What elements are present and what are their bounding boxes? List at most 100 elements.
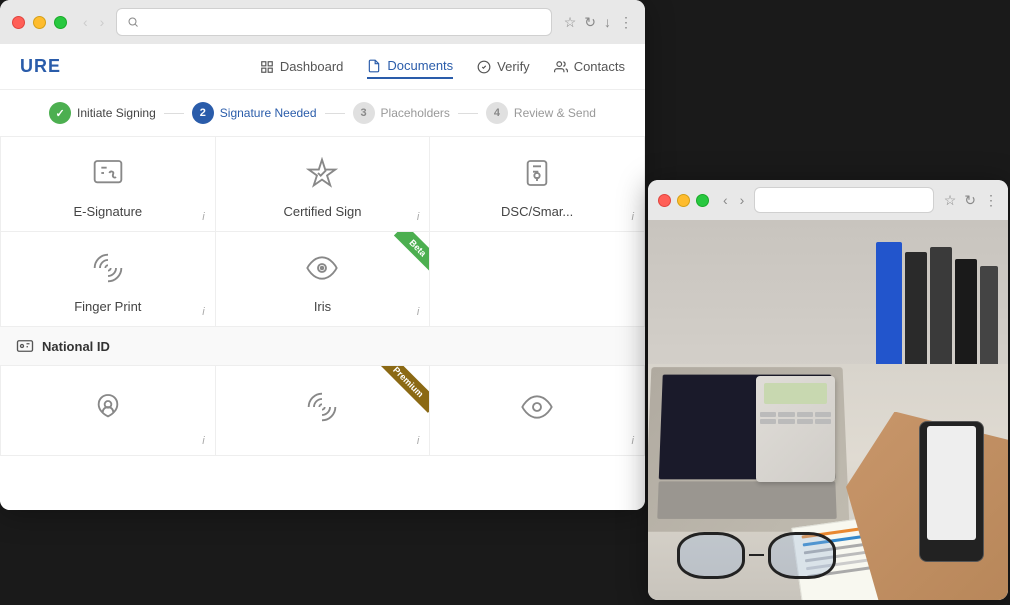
menu-button[interactable]: ⋮ bbox=[619, 14, 633, 31]
photo-minimize-button[interactable] bbox=[677, 194, 690, 207]
photo-menu-button[interactable]: ⋮ bbox=[984, 192, 998, 209]
browser-nav-buttons: ‹ › bbox=[79, 12, 108, 32]
calc-btn-8 bbox=[815, 419, 831, 424]
minimize-button[interactable] bbox=[33, 16, 46, 29]
calc-btn-1 bbox=[760, 412, 776, 417]
address-bar[interactable] bbox=[116, 8, 551, 36]
card-dsc-info[interactable]: i bbox=[632, 211, 634, 223]
documents-icon bbox=[367, 59, 381, 73]
dsc-svg bbox=[521, 157, 553, 189]
step-1-label: Initiate Signing bbox=[77, 106, 156, 120]
id-card-icon bbox=[16, 337, 34, 355]
office-photo bbox=[648, 220, 1008, 600]
step-4[interactable]: 4 Review & Send bbox=[486, 102, 596, 124]
card-iris2-info[interactable]: i bbox=[632, 435, 634, 447]
close-button[interactable] bbox=[12, 16, 25, 29]
calc-btn-2 bbox=[778, 412, 794, 417]
card-fingerprint-premium-info[interactable]: i bbox=[417, 435, 419, 447]
nav-dashboard[interactable]: Dashboard bbox=[260, 54, 344, 79]
main-browser-window: ‹ › ☆ ↻ ↓ ⋮ URE bbox=[0, 0, 645, 510]
card-fingerprint-info[interactable]: i bbox=[202, 306, 204, 318]
photo-star-button[interactable]: ☆ bbox=[944, 192, 957, 209]
cards-grid-row1: E-Signature i Certified Sign i bbox=[0, 137, 645, 327]
nav-verify[interactable]: Verify bbox=[477, 54, 530, 79]
card-esignature[interactable]: E-Signature i bbox=[1, 137, 216, 232]
binder-dark1 bbox=[905, 252, 927, 374]
iris2-svg bbox=[521, 391, 553, 423]
glass-lens-right bbox=[768, 532, 836, 579]
step-2[interactable]: 2 Signature Needed bbox=[192, 102, 317, 124]
iris2-icon bbox=[521, 391, 553, 430]
step-4-label: Review & Send bbox=[514, 106, 596, 120]
photo-browser-window: ‹ › ☆ ↻ ⋮ bbox=[648, 180, 1008, 600]
photo-address-bar bbox=[754, 187, 933, 213]
esign-svg bbox=[92, 157, 124, 189]
app-nav: URE Dashboard Documents bbox=[0, 44, 645, 90]
photo-browser-titlebar: ‹ › ☆ ↻ ⋮ bbox=[648, 180, 1008, 220]
photo-close-button[interactable] bbox=[658, 194, 671, 207]
card-dsc[interactable]: DSC/Smar... i bbox=[430, 137, 645, 232]
fingerprint-svg bbox=[92, 252, 124, 284]
card-certifiedsign-info[interactable]: i bbox=[417, 211, 419, 223]
step-divider-2 bbox=[325, 113, 345, 114]
star-button[interactable]: ☆ bbox=[564, 14, 577, 31]
card-aadhaar[interactable]: i bbox=[1, 366, 216, 456]
card-certifiedsign[interactable]: Certified Sign i bbox=[216, 137, 431, 232]
photo-toolbar-icons: ☆ ↻ ⋮ bbox=[944, 192, 998, 209]
nav-documents[interactable]: Documents bbox=[367, 54, 453, 79]
badge-premium-label: Premium bbox=[377, 366, 429, 413]
card-iris2[interactable]: i bbox=[430, 366, 645, 456]
laptop-keyboard bbox=[657, 482, 837, 520]
calc-btn-5 bbox=[760, 419, 776, 424]
binder-blue bbox=[876, 242, 902, 374]
card-fingerprint-label: Finger Print bbox=[74, 299, 141, 314]
card-iris[interactable]: Beta Iris i bbox=[216, 232, 431, 327]
phone-screen bbox=[927, 426, 976, 540]
step-1-circle: ✓ bbox=[49, 102, 71, 124]
dsc-icon bbox=[521, 157, 553, 196]
card-iris-info[interactable]: i bbox=[417, 306, 419, 318]
download-button[interactable]: ↓ bbox=[604, 14, 611, 30]
cards-section: E-Signature i Certified Sign i bbox=[0, 137, 645, 456]
phone bbox=[919, 421, 984, 562]
photo-forward-button[interactable]: › bbox=[736, 190, 749, 210]
url-input[interactable] bbox=[145, 15, 540, 29]
search-icon bbox=[127, 16, 139, 28]
card-dsc-label: DSC/Smar... bbox=[501, 204, 573, 219]
forward-button[interactable]: › bbox=[96, 12, 109, 32]
glasses bbox=[677, 529, 857, 581]
fingerprint2-svg bbox=[306, 391, 338, 423]
card-aadhaar-info[interactable]: i bbox=[202, 435, 204, 447]
aadhaar-svg bbox=[92, 391, 124, 423]
nav-documents-label: Documents bbox=[387, 58, 453, 73]
calc-btn-3 bbox=[797, 412, 813, 417]
maximize-button[interactable] bbox=[54, 16, 67, 29]
step-1[interactable]: ✓ Initiate Signing bbox=[49, 102, 156, 124]
reload-button[interactable]: ↻ bbox=[584, 14, 596, 31]
photo-maximize-button[interactable] bbox=[696, 194, 709, 207]
cards-grid-row3: i Premium bbox=[0, 366, 645, 456]
card-fingerprint[interactable]: Finger Print i bbox=[1, 232, 216, 327]
badge-premium-corner: Premium bbox=[377, 366, 429, 418]
step-divider-1 bbox=[164, 113, 184, 114]
step-3-circle: 3 bbox=[353, 102, 375, 124]
nav-contacts-label: Contacts bbox=[574, 59, 625, 74]
back-button[interactable]: ‹ bbox=[79, 12, 92, 32]
section-national-id-label: National ID bbox=[42, 339, 110, 354]
step-3[interactable]: 3 Placeholders bbox=[353, 102, 450, 124]
nav-contacts[interactable]: Contacts bbox=[554, 54, 625, 79]
binder-dark3 bbox=[955, 259, 977, 374]
card-esignature-info[interactable]: i bbox=[202, 211, 204, 223]
section-national-id-header: National ID bbox=[0, 327, 645, 366]
photo-back-button[interactable]: ‹ bbox=[719, 190, 732, 210]
app-content: URE Dashboard Documents bbox=[0, 44, 645, 510]
card-certifiedsign-label: Certified Sign bbox=[283, 204, 361, 219]
glass-lens-left bbox=[677, 532, 745, 579]
nav-dashboard-label: Dashboard bbox=[280, 59, 344, 74]
photo-content bbox=[648, 220, 1008, 600]
photo-reload-button[interactable]: ↻ bbox=[964, 192, 976, 209]
shelf-binders bbox=[876, 230, 998, 374]
verify-icon bbox=[477, 60, 491, 74]
card-iris-label: Iris bbox=[314, 299, 331, 314]
card-fingerprint-premium[interactable]: Premium i bbox=[216, 366, 431, 456]
